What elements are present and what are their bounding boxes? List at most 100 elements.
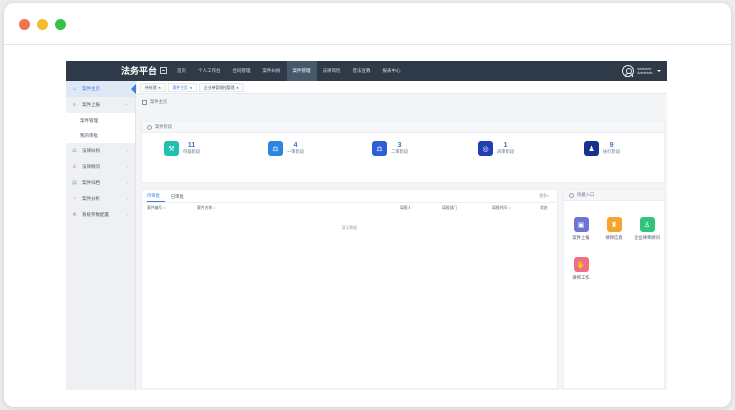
stat-text: 11 待裁阶段 [183, 142, 200, 155]
sidebar-subitem-my-approvals[interactable]: 我的审批 [66, 128, 135, 143]
quick-lawyer-work[interactable]: ✋ 律师工作 [564, 257, 598, 281]
nav-reports[interactable]: 报表中心 [377, 61, 407, 81]
hammer2-icon: ⚖ [372, 141, 387, 156]
sidebar-item-label: 案件主页 [82, 86, 100, 91]
window-titlebar [4, 3, 731, 45]
sidebar-item-case-home[interactable]: ⌂ 案件主页 [66, 81, 136, 97]
close-window-button[interactable] [19, 19, 30, 30]
stat-label: 一审阶段 [287, 149, 305, 154]
tab-pending-approval[interactable]: 待审批 [147, 193, 165, 202]
user-info: welcome Administr... [637, 67, 655, 76]
column-case-number[interactable]: 案件编号 ↕ [147, 206, 165, 211]
nav-workbench[interactable]: 个人工作台 [192, 61, 227, 81]
sidebar-item-legal-disputes[interactable]: ⚖ 法律纠纷 › [66, 143, 135, 159]
stat-text: 4 一审阶段 [287, 142, 304, 155]
stat-execution[interactable]: ♟ 9 执行阶段 [584, 141, 620, 156]
page-icon [142, 99, 147, 105]
close-icon[interactable]: × [158, 86, 160, 90]
breadcrumb: 案件主页 [137, 94, 667, 110]
sidebar-item-case-report[interactable]: ≡ 案件上报 ⌃ [66, 97, 135, 113]
column-status: 状态 [540, 206, 548, 210]
nav-case-management[interactable]: 案件管理 [286, 61, 317, 81]
gavel-icon: ⚒ [164, 141, 179, 156]
breadcrumb-current: 案件主页 [150, 99, 168, 104]
brand-title: 法务平台 [121, 66, 158, 76]
seal-icon: ◎ [478, 141, 493, 156]
stat-label: 再审阶段 [497, 149, 515, 154]
hammer-icon: ⚖ [268, 141, 283, 156]
empty-state: 暂无数据 [341, 226, 358, 230]
panel-title: 快捷入口 [577, 192, 595, 197]
app-screen: 法务平台 首页 个人工作台 合同管理 案件纠纷 案件管理 法律风险 普法宣教 报… [66, 61, 667, 390]
sidebar-item-label: 案件上报 [82, 102, 100, 107]
stat-second-instance[interactable]: ⚖ 3 二审阶段 [372, 141, 408, 156]
gavel-icon: ⚖ [72, 147, 77, 154]
chevron-right-icon: › [126, 181, 128, 186]
tab-case-home[interactable]: 案件主页 × [167, 82, 198, 92]
archive-icon: ▤ [72, 179, 77, 186]
nav-home[interactable]: 首页 [171, 61, 192, 81]
sidebar-subitem-case-management[interactable]: 案件管理 [66, 113, 135, 128]
column-report-time[interactable]: 填报时间 ↕ [492, 206, 510, 211]
stat-pending-arbitration[interactable]: ⚒ 11 待裁阶段 [164, 141, 200, 156]
quick-label: 律师信息 [605, 235, 623, 240]
stat-count: 3 [397, 142, 402, 149]
more-link[interactable]: 更多> [539, 194, 549, 199]
table-header: 案件编号 ↕ 案件名称 ↕ 填报人 填报部门 填报时间 ↕ 状态 [142, 203, 557, 214]
sidebar-item-label: 案件归档 [82, 180, 100, 185]
approval-tabs: 待审批 已审批 更多> [142, 190, 557, 203]
sidebar-item-label: 法律顾问 [82, 164, 100, 169]
column-department: 填报部门 [442, 206, 458, 210]
quick-label: 律师工作 [572, 275, 590, 280]
close-icon[interactable]: × [236, 86, 238, 90]
nav-education[interactable]: 普法宣教 [347, 61, 377, 81]
quick-enterprise-advisor[interactable]: ♙ 企业律师顾问 [630, 217, 664, 241]
user-menu[interactable]: welcome Administr... [622, 64, 661, 78]
quick-case-report[interactable]: ▣ 案件上报 [564, 217, 598, 241]
stat-count: 11 [187, 142, 196, 149]
quick-lawyer-info[interactable]: ♜ 律师信息 [597, 217, 631, 241]
case-stage-panel: 案件阶段 ⚒ 11 待裁阶段 ⚖ 4 一审阶段 ⚖ 3 二审阶段 ◎ 1 再审阶… [141, 121, 665, 183]
minimize-window-button[interactable] [37, 19, 48, 30]
tab-pending[interactable]: 待处理 × [140, 82, 166, 92]
column-reporter: 填报人 [400, 206, 412, 210]
approval-panel: 待审批 已审批 更多> 案件编号 ↕ 案件名称 ↕ 填报人 填报部门 填报时间 … [141, 189, 558, 389]
stat-count: 4 [293, 142, 298, 149]
target-icon [147, 124, 152, 130]
sidebar-item-system-settings[interactable]: ✲ 系统参数配置 › [66, 207, 135, 223]
menu-toggle-icon[interactable] [160, 67, 167, 74]
tab-label: 案件主页 [172, 85, 188, 90]
sidebar-item-case-archive[interactable]: ▤ 案件归档 › [66, 175, 135, 191]
panel-header: 快捷入口 [564, 190, 664, 201]
stat-text: 1 再审阶段 [497, 142, 514, 155]
advisor-icon: ♙ [639, 217, 655, 232]
sidebar: ⌂ 案件主页 ≡ 案件上报 ⌃ 案件管理 我的审批 ⚖ 法律纠纷 › ♙ 法律顾… [66, 81, 136, 390]
top-navbar: 法务平台 首页 个人工作台 合同管理 案件纠纷 案件管理 法律风险 普法宣教 报… [66, 61, 667, 81]
stat-retrial[interactable]: ◎ 1 再审阶段 [478, 141, 514, 156]
stat-label: 待裁阶段 [183, 149, 201, 154]
chevron-right-icon: › [126, 197, 128, 202]
stat-first-instance[interactable]: ⚖ 4 一审阶段 [268, 141, 304, 156]
chart-icon: ◔ [72, 195, 77, 202]
stat-label: 执行阶段 [603, 149, 621, 154]
page-tabs: 待处理 × 案件主页 × 企业单管理档管理 × [137, 81, 667, 94]
sidebar-item-case-analysis[interactable]: ◔ 案件分析 › [66, 191, 135, 207]
star-icon [569, 192, 574, 198]
sidebar-item-label: 案件分析 [82, 196, 100, 201]
stat-text: 9 执行阶段 [603, 142, 620, 155]
nav-legal-risk[interactable]: 法律风险 [317, 61, 347, 81]
maximize-window-button[interactable] [55, 19, 66, 30]
column-case-name[interactable]: 案件名称 ↕ [197, 206, 215, 211]
tab-approved[interactable]: 已审批 [171, 194, 189, 202]
sidebar-item-label: 系统参数配置 [82, 212, 109, 217]
quick-access-panel: 快捷入口 ▣ 案件上报 ♜ 律师信息 ♙ 企业律师顾问 ✋ 律师工作 [563, 189, 665, 389]
stat-count: 1 [503, 142, 508, 149]
nav-contracts[interactable]: 合同管理 [227, 61, 257, 81]
home-icon: ⌂ [72, 85, 77, 92]
close-icon[interactable]: × [190, 86, 192, 90]
nav-disputes[interactable]: 案件纠纷 [257, 61, 287, 81]
sidebar-item-legal-advisor[interactable]: ♙ 法律顾问 › [66, 159, 135, 175]
main-content: 待处理 × 案件主页 × 企业单管理档管理 × 案件主页 案件阶段 ⚒ 11 待裁阶段… [137, 81, 667, 390]
chevron-right-icon: › [126, 213, 128, 218]
tab-enterprise[interactable]: 企业单管理档管理 × [199, 82, 244, 92]
